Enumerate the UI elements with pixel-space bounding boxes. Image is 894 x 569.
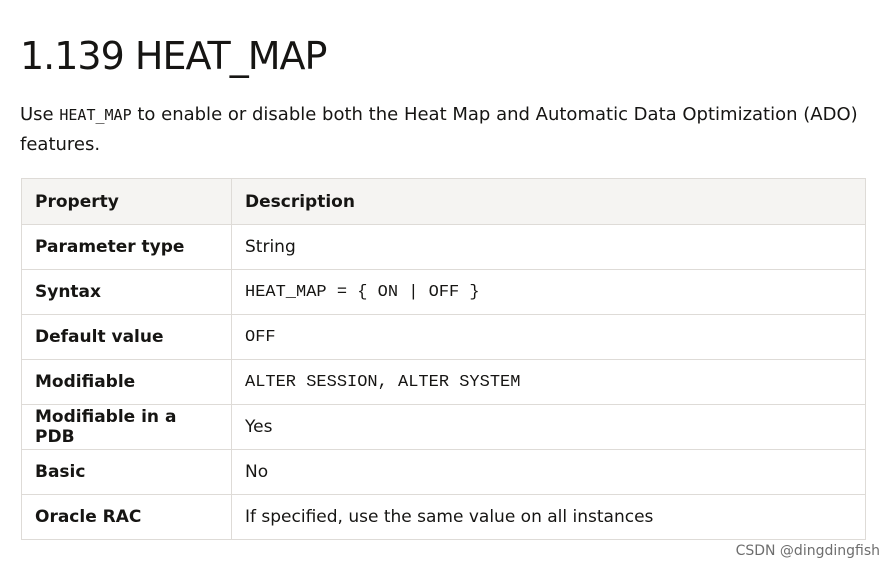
- table-row: Basic No: [21, 449, 866, 495]
- table-header-row: Property Description: [21, 178, 866, 225]
- csdn-watermark: CSDN @dingdingfish: [735, 543, 880, 559]
- row-property: Basic: [21, 449, 232, 495]
- header-description: Description: [231, 178, 866, 225]
- page-title: 1.139 HEAT_MAP: [20, 34, 327, 78]
- row-property: Parameter type: [21, 224, 232, 270]
- table-row: Syntax HEAT_MAP = { ON | OFF }: [21, 269, 866, 315]
- row-description: If specified, use the same value on all …: [231, 494, 866, 540]
- row-property: Default value: [21, 314, 232, 360]
- row-description: No: [231, 449, 866, 495]
- properties-table: Property Description Parameter type Stri…: [21, 178, 866, 540]
- table-row: Oracle RAC If specified, use the same va…: [21, 494, 866, 540]
- table-row: Modifiable ALTER SESSION, ALTER SYSTEM: [21, 359, 866, 405]
- table-row: Modifiable in a PDB Yes: [21, 404, 866, 450]
- header-property: Property: [21, 178, 232, 225]
- table-row: Parameter type String: [21, 224, 866, 270]
- intro-prefix: Use: [20, 104, 60, 125]
- row-property: Syntax: [21, 269, 232, 315]
- intro-paragraph: Use HEAT_MAP to enable or disable both t…: [20, 100, 870, 159]
- row-property: Modifiable: [21, 359, 232, 405]
- intro-code: HEAT_MAP: [59, 106, 132, 124]
- row-description: Yes: [231, 404, 866, 450]
- row-description: HEAT_MAP = { ON | OFF }: [231, 269, 866, 315]
- row-description: ALTER SESSION, ALTER SYSTEM: [231, 359, 866, 405]
- intro-suffix: to enable or disable both the Heat Map a…: [20, 104, 858, 155]
- row-description: String: [231, 224, 866, 270]
- table-row: Default value OFF: [21, 314, 866, 360]
- row-description: OFF: [231, 314, 866, 360]
- row-property: Modifiable in a PDB: [21, 404, 232, 450]
- row-property: Oracle RAC: [21, 494, 232, 540]
